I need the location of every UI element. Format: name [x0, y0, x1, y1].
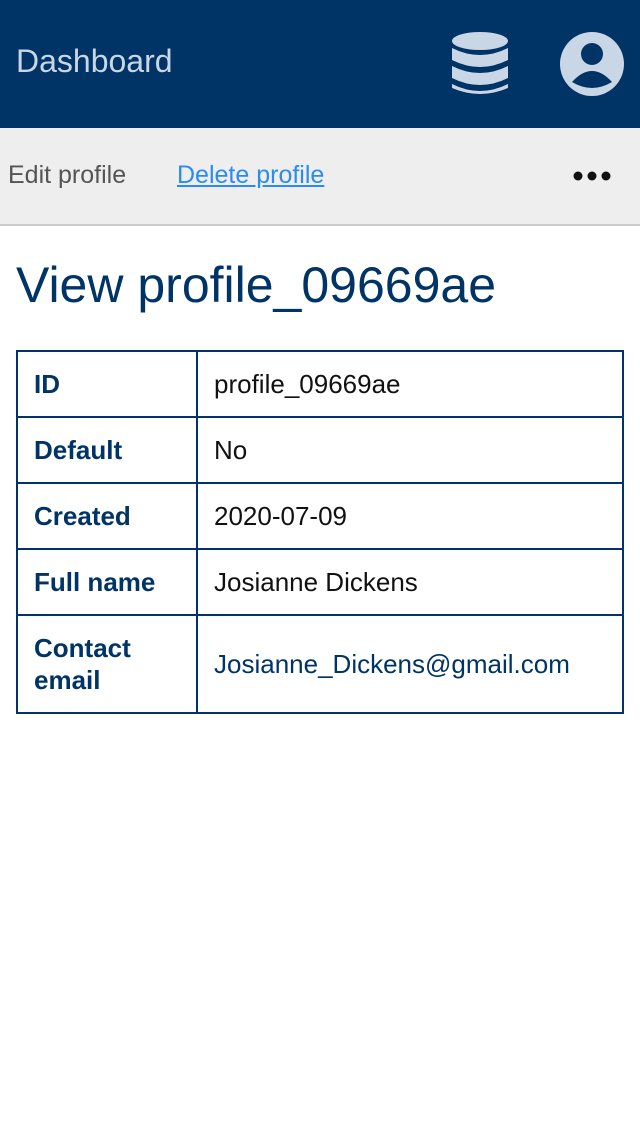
- row-value: 2020-07-09: [196, 482, 624, 550]
- row-label: Full name: [16, 548, 198, 616]
- row-value: profile_09669ae: [196, 350, 624, 418]
- table-row: Full name Josianne Dickens: [16, 548, 624, 616]
- top-navigation-bar: Dashboard: [0, 0, 640, 128]
- row-value: No: [196, 416, 624, 484]
- table-row: Created 2020-07-09: [16, 482, 624, 550]
- database-icon[interactable]: [448, 30, 512, 98]
- row-value: Josianne_Dickens@gmail.com: [196, 614, 624, 714]
- row-label: Default: [16, 416, 198, 484]
- row-label: ID: [16, 350, 198, 418]
- table-row: Contact email Josianne_Dickens@gmail.com: [16, 614, 624, 714]
- dashboard-link[interactable]: Dashboard: [16, 40, 173, 82]
- row-label: Created: [16, 482, 198, 550]
- table-row: Default No: [16, 416, 624, 484]
- row-value: Josianne Dickens: [196, 548, 624, 616]
- contact-email-link[interactable]: Josianne_Dickens@gmail.com: [214, 649, 570, 679]
- delete-profile-link[interactable]: Delete profile: [177, 158, 324, 192]
- table-row: ID profile_09669ae: [16, 350, 624, 418]
- action-bar: Edit profile Delete profile: [0, 128, 640, 226]
- profile-details-table: ID profile_09669ae Default No Created 20…: [16, 350, 624, 714]
- user-account-icon[interactable]: [558, 30, 626, 98]
- ellipsis-icon[interactable]: [570, 164, 614, 188]
- page-title: View profile_09669ae: [16, 257, 497, 313]
- row-label: Contact email: [16, 614, 198, 714]
- edit-profile-link[interactable]: Edit profile: [8, 158, 126, 192]
